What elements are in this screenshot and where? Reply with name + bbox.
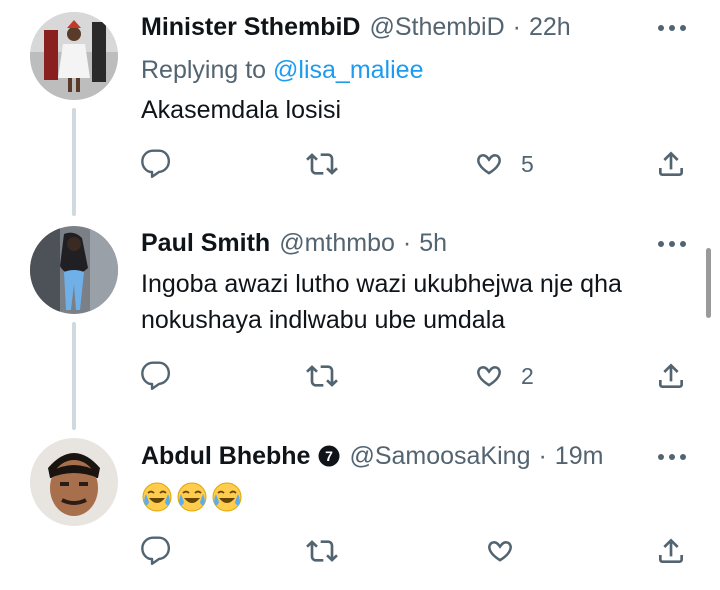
separator: · xyxy=(538,442,547,470)
retweet-icon xyxy=(306,535,338,567)
share-icon xyxy=(655,360,687,392)
author-handle[interactable]: @SamoosaKing xyxy=(349,441,530,471)
action-bar: 2 xyxy=(0,360,720,400)
timestamp[interactable]: 5h xyxy=(419,228,447,258)
reply-button[interactable] xyxy=(140,535,172,567)
tweet-text-line: Ingoba awazi lutho wazi ukubhejwa nje qh… xyxy=(141,270,622,298)
retweet-icon xyxy=(306,148,338,180)
retweet-icon xyxy=(306,360,338,392)
author-handle[interactable]: @SthembiD xyxy=(369,12,504,42)
like-count: 2 xyxy=(521,362,534,389)
action-bar: 5 xyxy=(0,148,720,188)
more-icon[interactable] xyxy=(658,241,686,247)
replying-to-label: Replying to xyxy=(141,56,267,84)
tweet-header: Minister SthembiD @SthembiD · 22h xyxy=(141,12,571,42)
mention-link[interactable]: @lisa_maliee xyxy=(273,56,423,84)
author-name[interactable]: Paul Smith xyxy=(141,228,270,258)
avatar[interactable] xyxy=(30,12,118,100)
more-icon[interactable] xyxy=(658,454,686,460)
like-button[interactable] xyxy=(484,535,516,567)
retweet-button[interactable] xyxy=(306,535,338,567)
share-icon xyxy=(655,148,687,180)
separator: · xyxy=(512,13,521,41)
like-icon xyxy=(484,535,516,567)
like-icon xyxy=(473,360,505,392)
author-name[interactable]: Minister SthembiD xyxy=(141,12,360,42)
timestamp[interactable]: 22h xyxy=(529,12,571,42)
reply-button[interactable] xyxy=(140,360,172,392)
retweet-button[interactable] xyxy=(306,148,338,180)
laughing-tears-emoji-icon xyxy=(211,481,243,513)
avatar-image-paul xyxy=(30,226,118,314)
retweet-button[interactable] xyxy=(306,360,338,392)
like-button[interactable]: 5 xyxy=(473,148,534,180)
reply-icon xyxy=(140,148,172,180)
like-count: 5 xyxy=(521,150,534,177)
avatar[interactable] xyxy=(30,438,118,526)
reply-icon xyxy=(140,360,172,392)
tweet-header: Paul Smith @mthmbo · 5h xyxy=(141,228,447,258)
action-bar xyxy=(0,535,720,575)
avatar[interactable] xyxy=(30,226,118,314)
like-icon xyxy=(473,148,505,180)
separator: · xyxy=(402,229,412,257)
laughing-tears-emoji-icon xyxy=(141,481,173,513)
share-button[interactable] xyxy=(655,535,687,567)
tweet-text: Akasemdala losisi xyxy=(141,96,342,124)
share-button[interactable] xyxy=(655,360,687,392)
author-handle[interactable]: @mthmbo xyxy=(279,228,395,258)
reply-button[interactable] xyxy=(140,148,172,180)
replying-to: Replying to @lisa_maliee xyxy=(141,55,423,85)
like-button[interactable]: 2 xyxy=(473,360,534,392)
avatar-image-minister xyxy=(30,12,118,100)
tweet-text xyxy=(141,478,701,514)
avatar-image-abdul xyxy=(30,438,118,526)
share-button[interactable] xyxy=(655,148,687,180)
tweet-text: Ingoba awazi lutho wazi ukubhejwa nje qh… xyxy=(141,266,701,338)
more-icon[interactable] xyxy=(658,25,686,31)
scrollbar[interactable] xyxy=(706,248,711,318)
verified-badge-number: 7 xyxy=(326,448,334,464)
timestamp[interactable]: 19m xyxy=(555,441,604,471)
tweet-text-line: nokushaya indlwabu ube umdala xyxy=(141,306,506,334)
verified-badge-icon: 7 xyxy=(318,445,340,467)
reply-icon xyxy=(140,535,172,567)
tweet-header: Abdul Bhebhe 7 @SamoosaKing · 19m xyxy=(141,441,603,471)
author-name[interactable]: Abdul Bhebhe xyxy=(141,441,310,471)
laughing-tears-emoji-icon xyxy=(176,481,208,513)
share-icon xyxy=(655,535,687,567)
